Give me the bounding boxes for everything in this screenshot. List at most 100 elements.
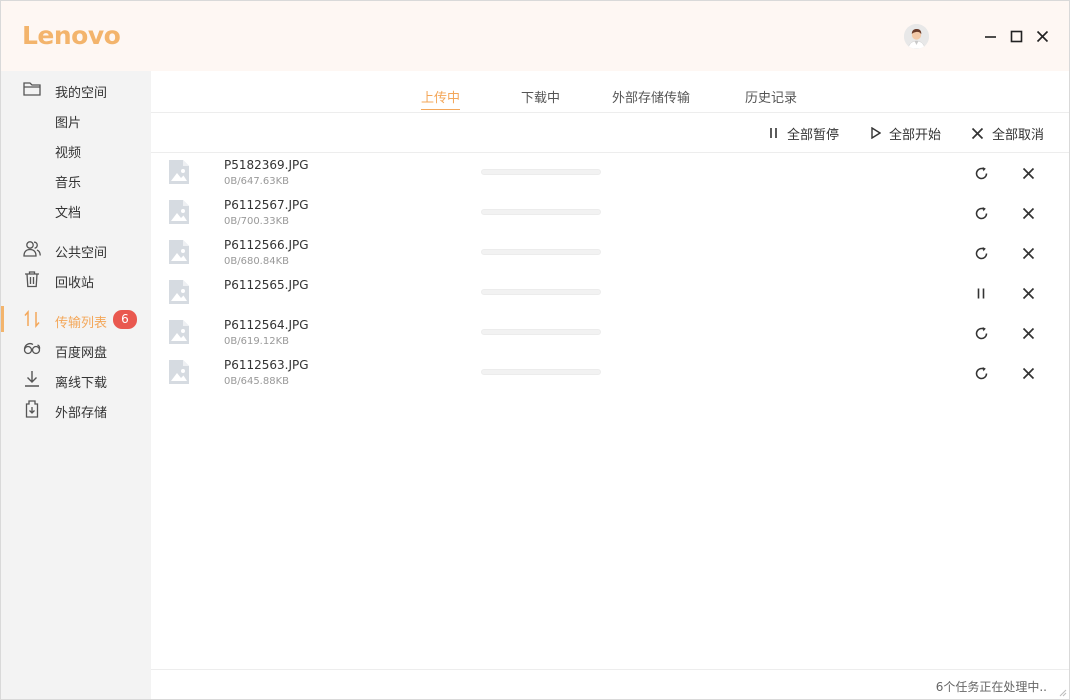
- sidebar-item-label: 离线下载: [55, 376, 108, 391]
- close-icon: [1022, 287, 1034, 299]
- tab-downloading[interactable]: 下载中: [521, 87, 560, 106]
- close-icon: [971, 127, 984, 139]
- progress-bar: [481, 209, 601, 215]
- folder-icon: [23, 82, 41, 96]
- transfer-icon: [24, 309, 40, 329]
- maximize-button[interactable]: [1008, 28, 1024, 44]
- sidebar-item-music[interactable]: 音乐: [1, 164, 151, 194]
- transfer-row: P5182369.JPG 0B/647.63KB: [151, 153, 1069, 193]
- minimize-icon: [984, 35, 996, 38]
- sidebar-item-recycle-bin[interactable]: 回收站: [1, 264, 151, 294]
- retry-icon: [975, 206, 987, 219]
- image-file-icon: [169, 280, 189, 304]
- tab-history[interactable]: 历史记录: [745, 87, 797, 106]
- image-file-icon: [169, 360, 189, 384]
- retry-icon: [975, 326, 987, 339]
- row-action-button[interactable]: [972, 364, 990, 382]
- file-size: 0B/680.84KB: [224, 256, 289, 267]
- image-file-icon: [169, 200, 189, 224]
- user-avatar[interactable]: [904, 24, 929, 49]
- start-all-button[interactable]: 全部开始: [870, 125, 942, 143]
- sidebar-item-public-space[interactable]: 公共空间: [1, 234, 151, 264]
- minimize-button[interactable]: [982, 28, 998, 44]
- sidebar-item-external-storage[interactable]: 外部存储: [1, 394, 151, 424]
- sidebar-item-label: 我的空间: [55, 86, 108, 101]
- play-icon: [871, 127, 881, 139]
- row-cancel-button[interactable]: [1019, 164, 1037, 182]
- external-storage-icon: [25, 400, 39, 418]
- cancel-all-button[interactable]: 全部取消: [971, 125, 1045, 143]
- transfer-row: P6112564.JPG 0B/619.12KB: [151, 313, 1069, 353]
- file-name: P5182369.JPG: [224, 158, 309, 172]
- file-size: 0B/700.33KB: [224, 216, 289, 227]
- row-cancel-button[interactable]: [1019, 204, 1037, 222]
- trash-icon: [25, 271, 39, 288]
- start-all-label: 全部开始: [889, 127, 942, 143]
- users-icon: [23, 241, 41, 257]
- main-panel: 上传中 下载中 外部存储传输 历史记录 全部暂停 全部开始 全部取消 P5182…: [151, 71, 1069, 699]
- file-size: 0B/647.63KB: [224, 176, 289, 187]
- close-icon: [1022, 167, 1034, 179]
- resize-grip-icon[interactable]: [1057, 687, 1067, 697]
- sidebar-item-label: 传输列表: [55, 316, 108, 331]
- baidu-cloud-icon: [23, 343, 41, 355]
- pause-icon: [977, 288, 985, 298]
- sidebar-item-label: 回收站: [55, 276, 95, 291]
- progress-bar: [481, 289, 601, 295]
- image-file-icon: [169, 240, 189, 264]
- sidebar-item-pictures[interactable]: 图片: [1, 104, 151, 134]
- progress-bar: [481, 329, 601, 335]
- sidebar-item-label: 文档: [55, 206, 82, 221]
- title-bar: Lenovo: [1, 1, 1069, 71]
- status-bar: 6个任务正在处理中..: [151, 669, 1069, 699]
- tab-uploading[interactable]: 上传中: [421, 87, 461, 110]
- image-file-icon: [169, 320, 189, 344]
- file-name: P6112566.JPG: [224, 238, 309, 252]
- sidebar-item-label: 公共空间: [55, 246, 108, 261]
- retry-icon: [975, 246, 987, 259]
- sidebar-item-label: 视频: [55, 146, 82, 161]
- pause-icon: [770, 128, 777, 138]
- image-file-icon: [169, 160, 189, 184]
- sidebar-item-baidu-netdisk[interactable]: 百度网盘: [1, 334, 151, 364]
- row-cancel-button[interactable]: [1019, 244, 1037, 262]
- transfer-count-badge: 6: [113, 310, 137, 329]
- pause-all-label: 全部暂停: [787, 127, 840, 143]
- lenovo-logo: Lenovo: [22, 21, 121, 50]
- close-icon: [1022, 247, 1034, 259]
- sidebar-item-label: 百度网盘: [55, 346, 108, 361]
- sidebar: 我的空间 图片 视频 音乐 文档 公共空间 回收站 传输列表 6 百度网盘 离线…: [1, 71, 151, 699]
- file-size: 0B/619.12KB: [224, 336, 289, 347]
- close-icon: [1022, 327, 1034, 339]
- sidebar-item-documents[interactable]: 文档: [1, 194, 151, 224]
- sidebar-item-videos[interactable]: 视频: [1, 134, 151, 164]
- tab-external-storage-transfer[interactable]: 外部存储传输: [612, 87, 690, 106]
- file-name: P6112563.JPG: [224, 358, 309, 372]
- file-name: P6112567.JPG: [224, 198, 309, 212]
- sidebar-item-label: 音乐: [55, 176, 82, 191]
- row-cancel-button[interactable]: [1019, 284, 1037, 302]
- sidebar-item-offline-download[interactable]: 离线下载: [1, 364, 151, 394]
- file-name: P6112564.JPG: [224, 318, 309, 332]
- status-text: 6个任务正在处理中..: [935, 680, 1047, 694]
- close-icon: [1022, 367, 1034, 379]
- transfer-row: P6112566.JPG 0B/680.84KB: [151, 233, 1069, 273]
- transfer-row: P6112563.JPG 0B/645.88KB: [151, 353, 1069, 393]
- sidebar-item-transfer-list[interactable]: 传输列表 6: [1, 304, 151, 334]
- pause-all-button[interactable]: 全部暂停: [768, 125, 840, 143]
- row-action-button[interactable]: [972, 164, 990, 182]
- file-name: P6112565.JPG: [224, 278, 309, 292]
- row-action-button[interactable]: [972, 324, 990, 342]
- sidebar-item-my-space[interactable]: 我的空间: [1, 74, 151, 104]
- cancel-all-label: 全部取消: [992, 127, 1045, 143]
- sidebar-item-label: 图片: [55, 116, 82, 131]
- maximize-icon: [1010, 30, 1022, 42]
- close-icon: [1036, 30, 1048, 42]
- row-cancel-button[interactable]: [1019, 364, 1037, 382]
- row-action-button[interactable]: [972, 204, 990, 222]
- row-action-button[interactable]: [972, 244, 990, 262]
- transfer-row: P6112565.JPG: [151, 273, 1069, 313]
- close-window-button[interactable]: [1034, 28, 1050, 44]
- row-action-button[interactable]: [972, 284, 990, 302]
- row-cancel-button[interactable]: [1019, 324, 1037, 342]
